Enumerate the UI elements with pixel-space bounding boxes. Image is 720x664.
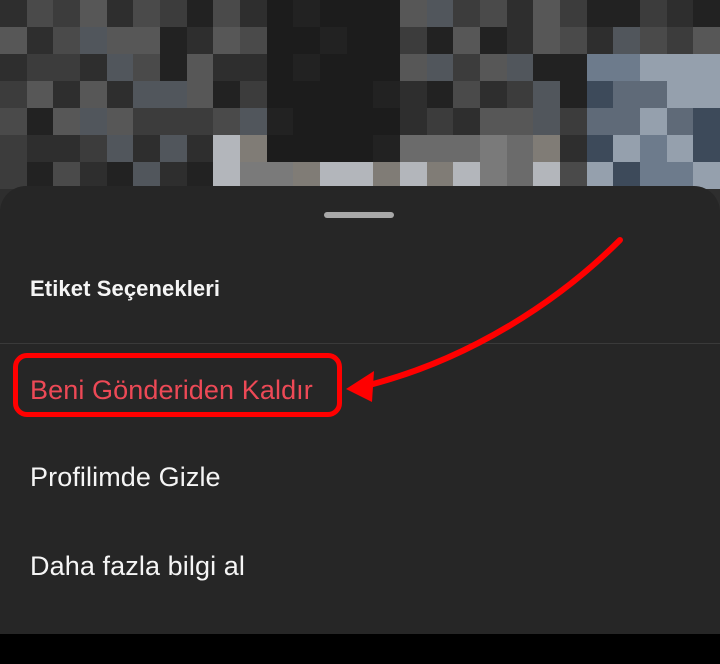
hide-on-profile-option[interactable]: Profilimde Gizle [30,462,221,493]
screen: Etiket Seçenekleri Beni Gönderiden Kaldı… [0,0,720,664]
drag-handle[interactable] [324,212,394,218]
system-navigation-bar [0,634,720,664]
sheet-title: Etiket Seçenekleri [30,276,221,301]
tag-options-bottom-sheet: Etiket Seçenekleri Beni Gönderiden Kaldı… [0,186,720,634]
remove-me-from-post-option[interactable]: Beni Gönderiden Kaldır [30,375,313,406]
learn-more-option[interactable]: Daha fazla bilgi al [30,551,245,582]
divider [0,343,720,344]
